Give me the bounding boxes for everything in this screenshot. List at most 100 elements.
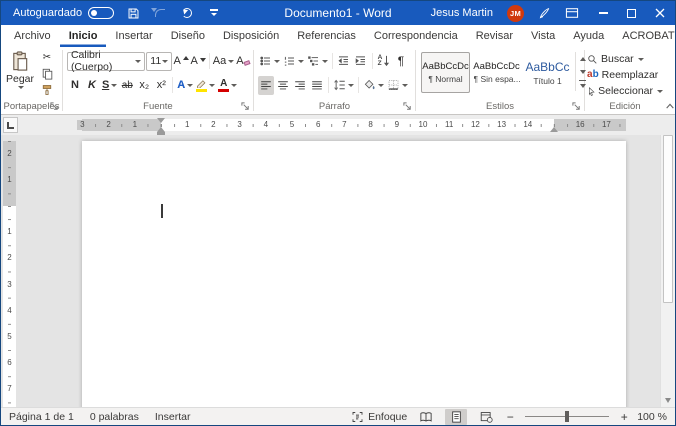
borders-button[interactable]	[386, 76, 409, 95]
align-center-button[interactable]	[275, 76, 291, 95]
format-painter-button[interactable]	[39, 82, 55, 97]
style-card[interactable]: AaBbCc Título 1	[523, 52, 572, 93]
clipboard-dialog-launcher[interactable]	[50, 102, 59, 111]
select-button[interactable]: Seleccionar	[587, 84, 663, 98]
show-paragraph-marks-button[interactable]: ¶	[393, 52, 409, 71]
chevron-up-icon	[665, 102, 675, 110]
ribbon-tab[interactable]: Disposición	[214, 25, 288, 47]
style-card[interactable]: AaBbCcDc ¶ Normal	[421, 52, 470, 93]
shrink-font-button[interactable]: A	[190, 52, 206, 71]
search-icon	[587, 54, 598, 65]
close-button[interactable]	[655, 8, 665, 18]
text-effects-button[interactable]: A	[176, 76, 194, 95]
zoom-in-button[interactable]: +	[619, 410, 629, 424]
style-name: Título 1	[533, 76, 561, 86]
zoom-level[interactable]: 100 %	[637, 411, 667, 423]
align-left-button[interactable]	[258, 76, 274, 95]
ribbon-tab[interactable]: Correspondencia	[365, 25, 467, 47]
save-button[interactable]	[125, 5, 141, 21]
clear-formatting-button[interactable]: A	[235, 52, 251, 71]
subscript-button[interactable]: x₂	[136, 76, 152, 95]
superscript-button[interactable]: x²	[153, 76, 169, 95]
increase-indent-button[interactable]	[353, 52, 369, 71]
minimize-button[interactable]	[599, 12, 608, 13]
avatar[interactable]: JM	[507, 5, 524, 22]
customize-qat-button[interactable]	[206, 5, 222, 21]
cut-button[interactable]: ✂	[39, 50, 55, 65]
ribbon-tab[interactable]: ACROBAT	[613, 25, 676, 47]
font-size-combo[interactable]: 11	[146, 52, 172, 71]
page-count[interactable]: Página 1 de 1	[9, 411, 74, 423]
autosave-control[interactable]: Autoguardado	[13, 7, 114, 19]
italic-button[interactable]: K	[84, 76, 100, 95]
numbering-button[interactable]	[282, 52, 305, 71]
font-dialog-launcher[interactable]	[241, 102, 250, 111]
chevron-down-icon	[231, 84, 237, 87]
justify-button[interactable]	[309, 76, 325, 95]
ribbon-tab[interactable]: Insertar	[106, 25, 161, 47]
numbered-list-icon	[283, 55, 296, 67]
ruler-number: 1	[5, 175, 15, 185]
styles-group: AaBbCcDc ¶ Normal AaBbCcDc ¶ Sin espa...…	[416, 47, 584, 114]
zoom-slider[interactable]	[525, 411, 609, 422]
collapse-ribbon-button[interactable]	[665, 102, 675, 110]
shading-button[interactable]	[362, 76, 385, 95]
line-spacing-button[interactable]	[332, 76, 355, 95]
chevron-down-icon	[187, 84, 193, 87]
insert-mode[interactable]: Insertar	[155, 411, 191, 423]
highlight-color-button[interactable]	[195, 76, 216, 95]
grow-font-button[interactable]: A	[173, 52, 189, 71]
decrease-indent-icon	[337, 55, 350, 67]
scrollbar-thumb[interactable]	[663, 135, 673, 303]
ribbon-tab[interactable]: Vista	[522, 25, 564, 47]
ruler-number: 2	[5, 253, 15, 263]
copy-button[interactable]	[39, 66, 55, 81]
strikethrough-button[interactable]: ab	[119, 76, 135, 95]
scroll-down-button[interactable]	[661, 393, 675, 407]
styles-dialog-launcher[interactable]	[572, 102, 581, 111]
ribbon-tab[interactable]: Inicio	[60, 25, 107, 47]
ribbon-display-options-button[interactable]	[565, 7, 579, 19]
ribbon-tab[interactable]: Referencias	[288, 25, 365, 47]
bold-button[interactable]: N	[67, 76, 83, 95]
vertical-ruler[interactable]: 21 1234567	[3, 141, 16, 407]
font-color-button[interactable]: A	[217, 76, 238, 95]
user-name[interactable]: Jesus Martin	[431, 7, 493, 19]
paragraph-dialog-launcher[interactable]	[403, 102, 412, 111]
web-layout-button[interactable]	[475, 409, 497, 425]
change-case-button[interactable]: Aa	[213, 52, 234, 71]
highlight-color-swatch	[196, 89, 207, 92]
redo-button[interactable]	[179, 5, 195, 21]
decrease-indent-button[interactable]	[336, 52, 352, 71]
vertical-scrollbar[interactable]	[660, 135, 675, 407]
autosave-toggle[interactable]	[88, 7, 114, 19]
zoom-out-button[interactable]: −	[505, 410, 515, 424]
right-indent-marker[interactable]	[550, 127, 558, 132]
focus-mode-button[interactable]: Enfoque	[351, 411, 407, 423]
print-layout-button[interactable]	[445, 409, 467, 425]
paste-button[interactable]: Pegar	[3, 49, 37, 99]
horizontal-ruler[interactable]: 321 1234567891011121314 1617	[82, 119, 626, 131]
maximize-button[interactable]	[627, 9, 636, 18]
ribbon-tab[interactable]: Diseño	[162, 25, 214, 47]
style-card[interactable]: AaBbCcDc ¶ Sin espa...	[472, 52, 521, 93]
find-button[interactable]: Buscar	[587, 52, 663, 66]
ribbon-tab[interactable]: Archivo	[5, 25, 60, 47]
align-right-button[interactable]	[292, 76, 308, 95]
bullets-button[interactable]	[258, 52, 281, 71]
tab-selector[interactable]	[3, 117, 18, 133]
multilevel-list-button[interactable]	[306, 52, 329, 71]
ruler-number: 3	[77, 120, 87, 130]
first-line-indent-marker[interactable]	[157, 118, 165, 123]
underline-button[interactable]: S	[101, 76, 118, 95]
font-name-combo[interactable]: Calibri (Cuerpo)	[67, 52, 145, 71]
word-count[interactable]: 0 palabras	[90, 411, 139, 423]
replace-button[interactable]: ab Reemplazar	[587, 68, 663, 82]
read-mode-button[interactable]	[415, 409, 437, 425]
ribbon-tab[interactable]: Ayuda	[564, 25, 613, 47]
ribbon-tab[interactable]: Revisar	[467, 25, 522, 47]
document-page[interactable]	[82, 141, 626, 407]
editing-pen-button[interactable]	[538, 7, 551, 20]
sort-button[interactable]: AZ	[376, 52, 392, 71]
zoom-slider-thumb[interactable]	[565, 411, 569, 422]
